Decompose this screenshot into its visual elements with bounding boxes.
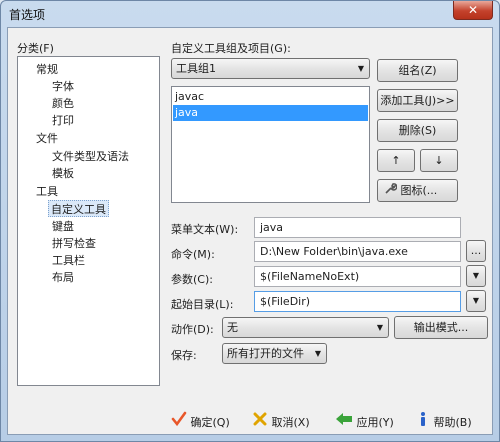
tree-item-file[interactable]: 文件 <box>36 130 58 147</box>
arrow-left-icon <box>335 411 353 435</box>
save-select-value: 所有打开的文件 <box>227 347 304 360</box>
ok-button[interactable]: 确定(Q) <box>171 411 230 433</box>
start-dir-input[interactable]: $(FileDir) <box>254 291 461 312</box>
action-label: 动作(D): <box>171 323 214 336</box>
tree-item-custom-tools[interactable]: 自定义工具 <box>48 200 109 217</box>
group-select-value: 工具组1 <box>176 62 216 75</box>
title-bar: 首选项 ✕ <box>1 1 499 27</box>
group-name-button[interactable]: 组名(Z) <box>377 59 458 82</box>
action-select-value: 无 <box>227 321 238 334</box>
menu-text-input[interactable]: java <box>254 217 461 238</box>
chevron-down-icon: ▼ <box>357 64 364 73</box>
group-select[interactable]: 工具组1 ▼ <box>171 58 370 79</box>
apply-button[interactable]: 应用(Y) <box>335 411 394 433</box>
help-button-label: 帮助(B) <box>433 416 472 429</box>
icon-button-label: 图标(... <box>400 184 438 197</box>
save-select[interactable]: 所有打开的文件 ▼ <box>222 343 327 364</box>
apply-button-label: 应用(Y) <box>356 416 394 429</box>
command-input[interactable]: D:\New Folder\bin\java.exe <box>254 241 461 262</box>
checkmark-icon <box>171 411 187 435</box>
wrench-icon <box>384 181 398 202</box>
tree-item-tools[interactable]: 工具 <box>36 183 58 200</box>
chevron-down-icon: ▼ <box>472 271 480 280</box>
move-up-button[interactable]: ↑ <box>377 149 415 172</box>
help-button[interactable]: 帮助(B) <box>416 411 472 433</box>
delete-button[interactable]: 删除(S) <box>377 119 458 142</box>
tree-item-toolbar[interactable]: 工具栏 <box>52 252 85 269</box>
tree-item-layout[interactable]: 布局 <box>52 269 74 286</box>
help-icon <box>416 411 430 435</box>
chevron-down-icon: ▼ <box>376 323 383 332</box>
tree-item-general[interactable]: 常规 <box>36 61 58 78</box>
start-dir-label: 起始目录(L): <box>171 298 234 311</box>
add-tool-button[interactable]: 添加工具(J)>> <box>377 89 458 112</box>
window-title: 首选项 <box>9 8 46 22</box>
tree-item-spellcheck[interactable]: 拼写检查 <box>52 235 96 252</box>
params-menu-button[interactable]: ▼ <box>466 265 486 287</box>
cancel-x-icon <box>252 411 268 435</box>
tree-item-file-types[interactable]: 文件类型及语法 <box>52 148 129 165</box>
ok-button-label: 确定(Q) <box>190 416 230 429</box>
dialog-body: 分类(F) 常规 字体 颜色 打印 文件 文件类型及语法 模板 工具 自定义工具… <box>7 27 493 435</box>
tree-item-color[interactable]: 颜色 <box>52 95 74 112</box>
tools-list[interactable]: javac java <box>171 86 370 203</box>
cancel-button-label: 取消(X) <box>271 416 310 429</box>
cancel-button[interactable]: 取消(X) <box>252 411 310 433</box>
output-mode-button[interactable]: 输出模式... <box>394 316 488 339</box>
tree-item-templates[interactable]: 模板 <box>52 165 74 182</box>
save-label: 保存: <box>171 349 197 362</box>
start-dir-menu-button[interactable]: ▼ <box>466 290 486 312</box>
tree-item-font[interactable]: 字体 <box>52 78 74 95</box>
chevron-down-icon: ▼ <box>314 349 321 358</box>
command-label: 命令(M): <box>171 248 215 261</box>
move-down-button[interactable]: ↓ <box>420 149 458 172</box>
groups-label: 自定义工具组及项目(G): <box>171 42 291 55</box>
browse-button[interactable]: ... <box>466 240 486 262</box>
tree-item-print[interactable]: 打印 <box>52 112 74 129</box>
close-button[interactable]: ✕ <box>453 1 493 20</box>
chevron-down-icon: ▼ <box>472 296 480 305</box>
category-tree[interactable]: 常规 字体 颜色 打印 文件 文件类型及语法 模板 工具 自定义工具 键盘 拼写… <box>17 56 160 386</box>
action-select[interactable]: 无 ▼ <box>222 317 389 338</box>
params-label: 参数(C): <box>171 273 213 286</box>
category-label: 分类(F) <box>17 42 54 55</box>
params-input[interactable]: $(FileNameNoExt) <box>254 266 461 287</box>
tree-item-keyboard[interactable]: 键盘 <box>52 218 74 235</box>
icon-button[interactable]: 图标(... <box>377 179 458 202</box>
list-item[interactable]: javac <box>173 89 368 105</box>
list-item[interactable]: java <box>173 105 368 121</box>
preferences-dialog: 首选项 ✕ 分类(F) 常规 字体 颜色 打印 文件 文件类型及语法 模板 工具… <box>0 0 500 442</box>
menu-text-label: 菜单文本(W): <box>171 223 239 236</box>
